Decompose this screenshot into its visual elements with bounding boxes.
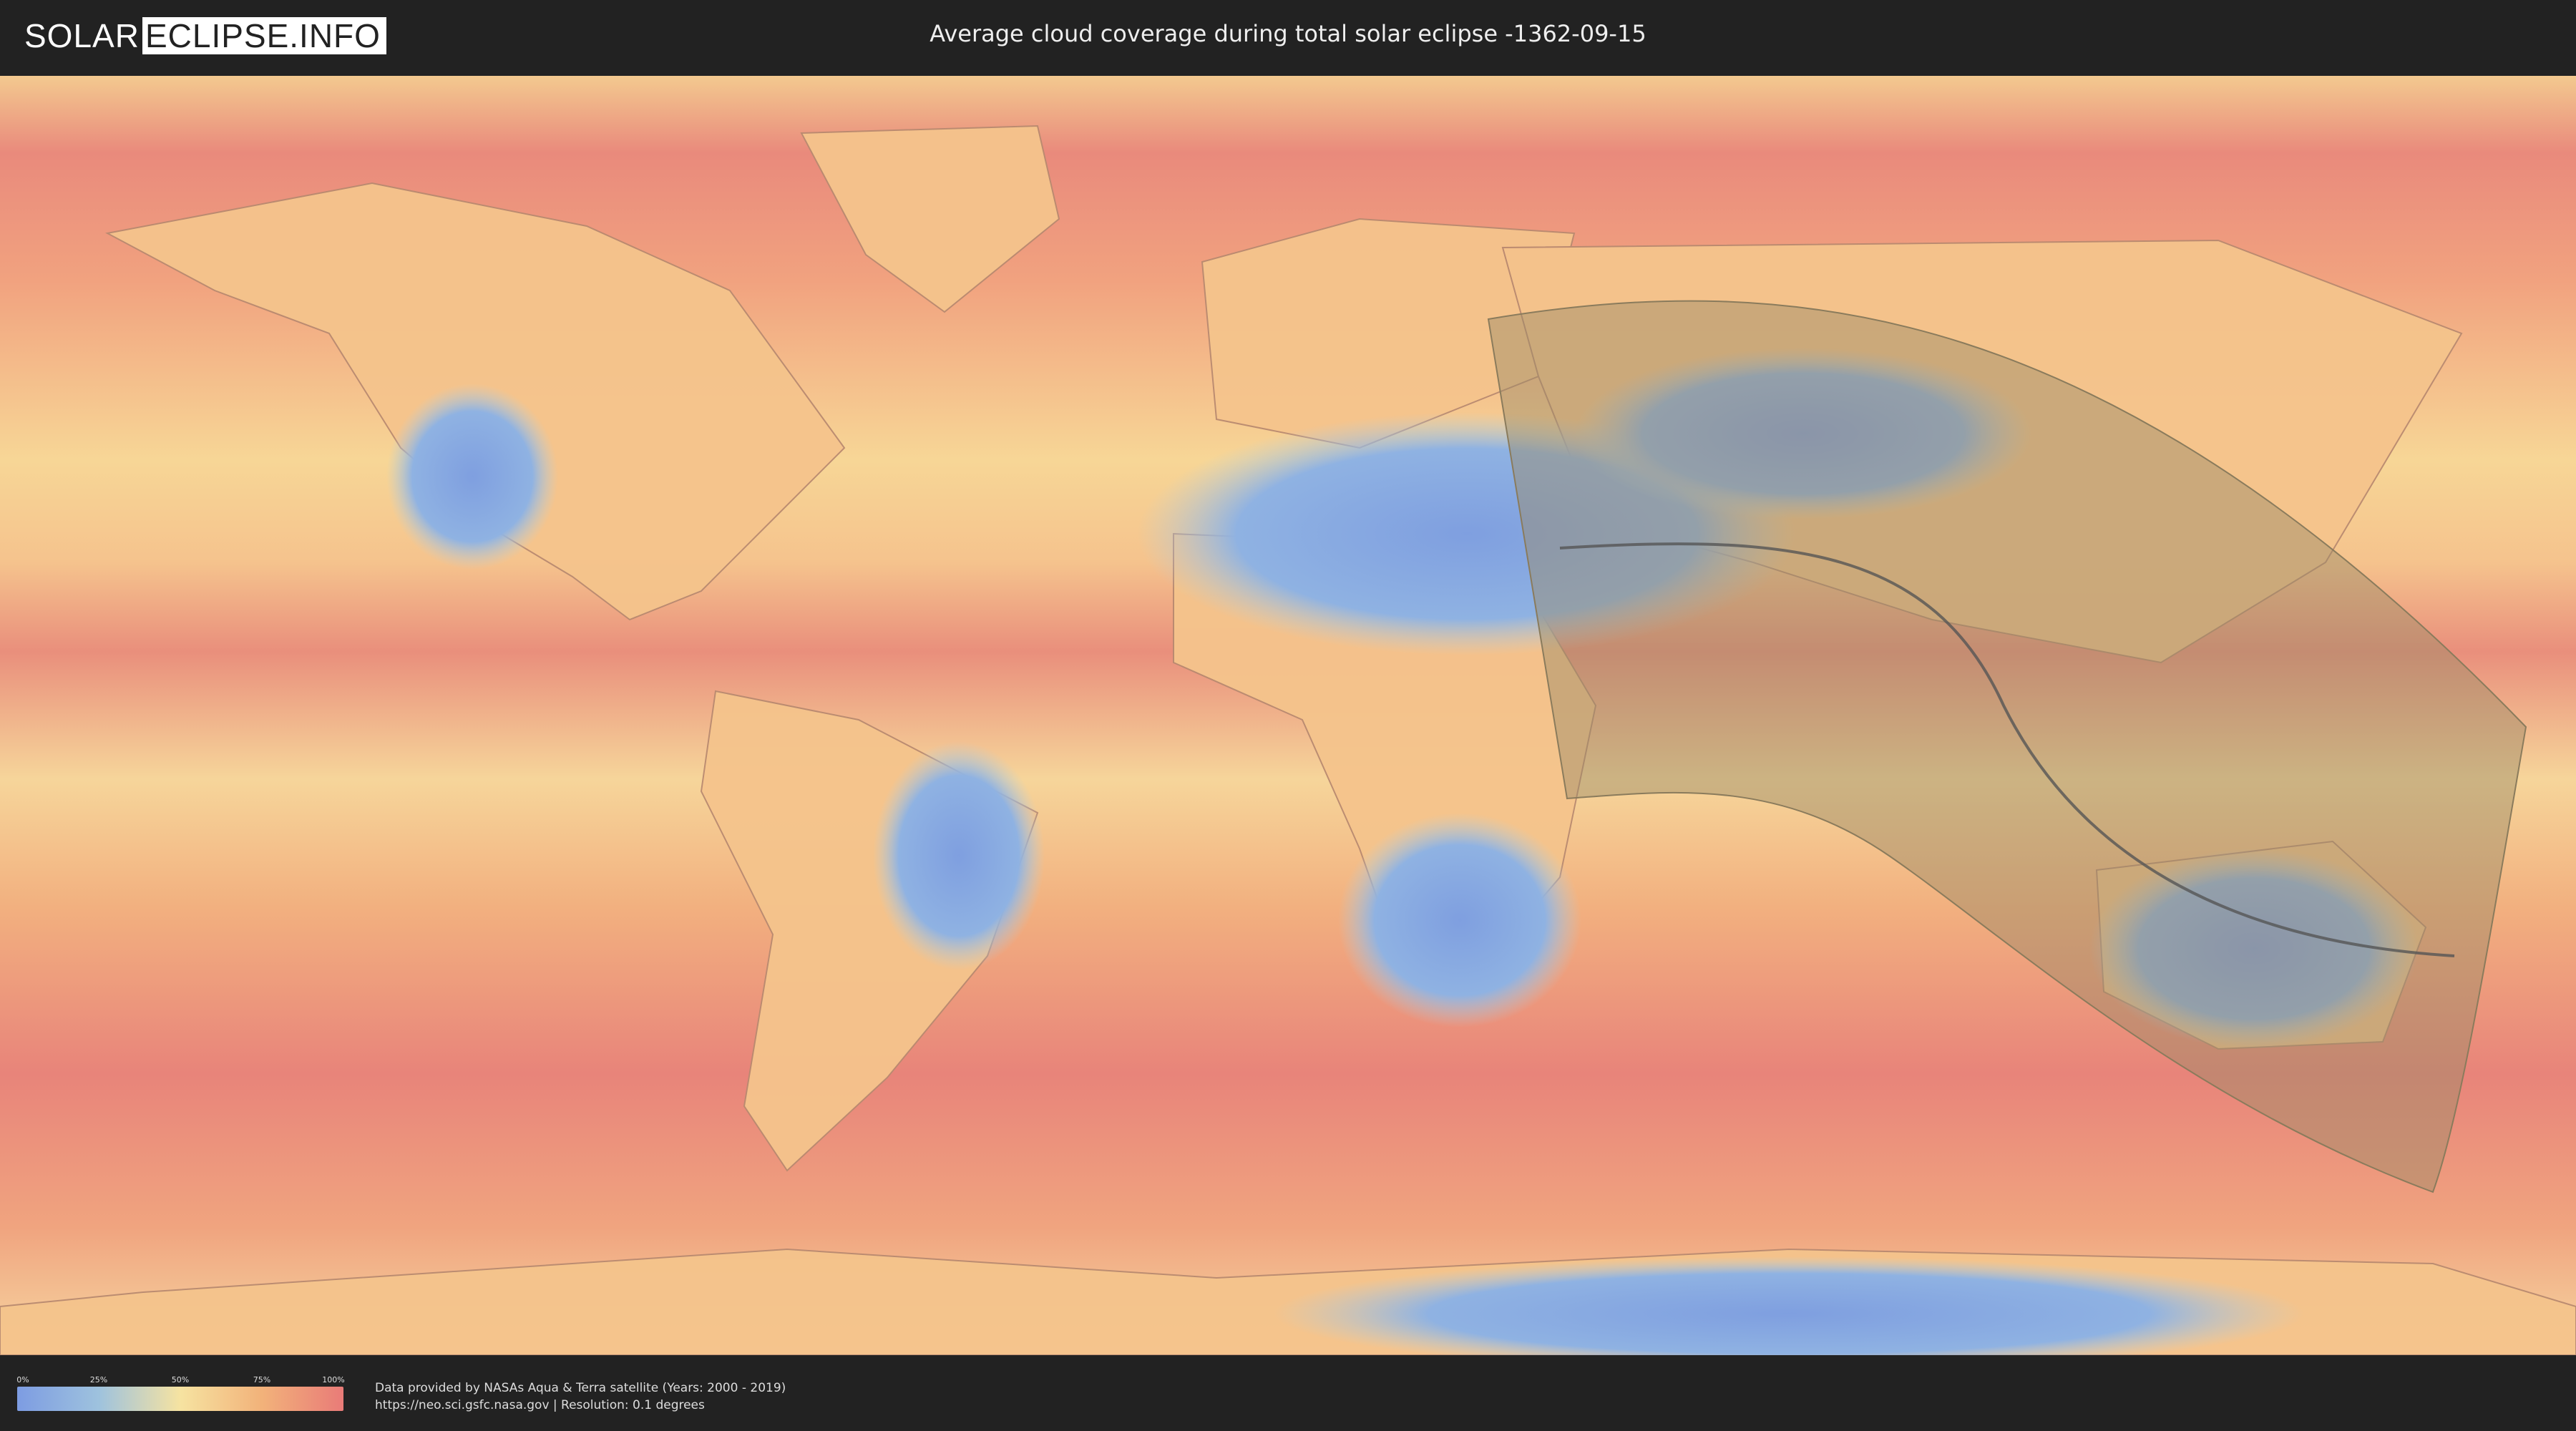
map-svg	[0, 76, 2576, 1371]
page-title: Average cloud coverage during total sola…	[930, 20, 1646, 47]
legend-tick-50: 50%	[171, 1375, 190, 1384]
credits-line-1: Data provided by NASAs Aqua & Terra sate…	[375, 1381, 786, 1395]
legend-color-bar	[17, 1387, 343, 1411]
header-bar: SOLAR ECLIPSE.INFO Average cloud coverag…	[0, 0, 2576, 72]
legend-tick-0: 0%	[16, 1375, 29, 1384]
footer-bar: 0% 25% 50% 75% 100% Data provided by NAS…	[0, 1359, 2576, 1431]
legend-tick-25: 25%	[89, 1375, 108, 1384]
cloud-coverage-map	[0, 76, 2576, 1371]
brazil-clear-region	[873, 741, 1045, 970]
legend-ticks: 0% 25% 50% 75% 100%	[16, 1375, 345, 1387]
western-us-clear-region	[386, 384, 558, 570]
data-credits: Data provided by NASAs Aqua & Terra sate…	[375, 1379, 786, 1414]
legend-tick-75: 75%	[253, 1375, 271, 1384]
cloud-coverage-legend: 0% 25% 50% 75% 100%	[16, 1375, 345, 1411]
credits-line-2: https://neo.sci.gsfc.nasa.gov | Resoluti…	[375, 1398, 705, 1412]
legend-tick-100: 100%	[322, 1375, 345, 1384]
southern-africa-clear-region	[1338, 813, 1581, 1027]
